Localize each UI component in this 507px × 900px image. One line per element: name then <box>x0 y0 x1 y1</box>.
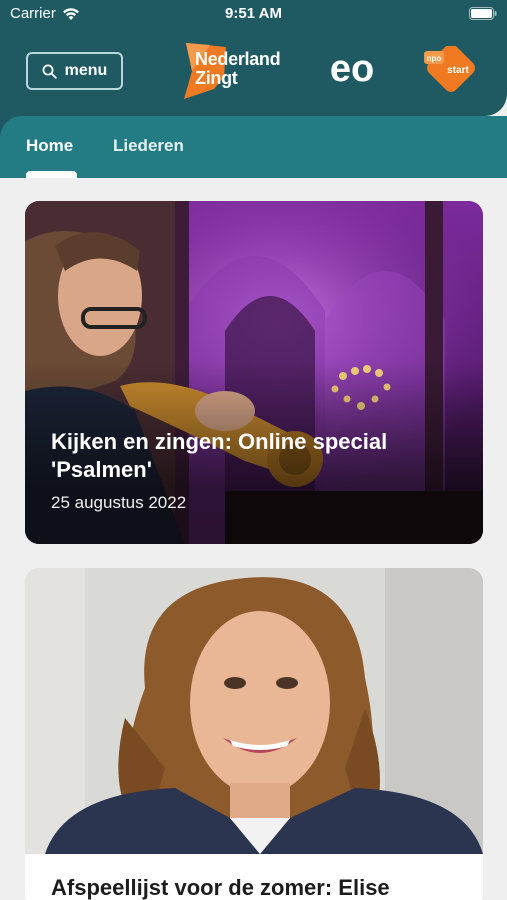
tab-home[interactable]: Home <box>26 136 73 156</box>
article-card[interactable]: Afspeellijst voor de zomer: Elise <box>25 568 483 900</box>
article-card[interactable]: Kijken en zingen: Online special 'Psalme… <box>25 201 483 544</box>
battery-icon <box>469 7 497 20</box>
article-title: Afspeellijst voor de zomer: Elise <box>51 875 390 900</box>
menu-label: menu <box>64 62 108 79</box>
nederland-zingt-logo-text: Nederland Zingt <box>195 49 281 88</box>
status-time: 9:51 AM <box>225 5 282 22</box>
eo-logo[interactable]: eo <box>322 50 382 90</box>
svg-text:start: start <box>447 65 469 76</box>
tab-bar-background <box>0 116 507 178</box>
article-date: 25 augustus 2022 <box>51 493 187 512</box>
active-tab-indicator <box>26 171 77 178</box>
npo-start-logo[interactable]: npo start <box>418 46 484 94</box>
svg-text:npo: npo <box>427 54 442 63</box>
status-bar: Carrier 9:51 AM <box>0 0 507 28</box>
tab-liederen[interactable]: Liederen <box>113 136 184 156</box>
svg-text:eo: eo <box>330 50 374 90</box>
menu-button[interactable]: menu <box>26 52 123 90</box>
article-title: Kijken en zingen: Online special 'Psalme… <box>51 429 388 482</box>
search-icon <box>42 64 57 79</box>
article-image <box>25 568 483 854</box>
